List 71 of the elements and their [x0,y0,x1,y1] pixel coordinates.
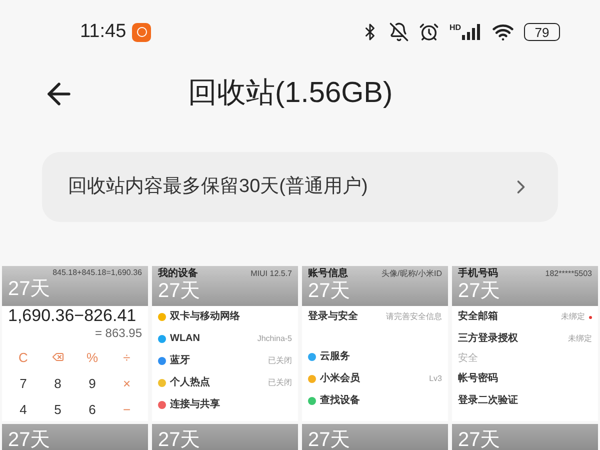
row-label: 连接与共享 [170,400,220,410]
row-label: 双卡与移动网络 [170,312,240,322]
battery-indicator: 79 [524,23,560,41]
settings-row[interactable]: WLAN Jhchina-5 [158,328,292,350]
days-left-label: 27天 [458,281,502,301]
row-label: 账号信息 [308,269,348,279]
days-left-label: 27天 [158,281,202,301]
calculator-key[interactable]: 5 [54,402,62,416]
row-value: Lv3 [429,375,442,383]
settings-row[interactable]: 三方登录授权 未绑定 [458,328,592,350]
page-title: 回收站(1.56GB) [188,76,393,112]
row-label: 登录与安全 [308,312,358,322]
row-label: 查找设备 [320,396,360,406]
screenshot-thumbnail[interactable]: 账号信息 头像/昵称/小米ID 27天 登录与安全 请完善安全信息 云服务 小米会员 Lv3 查找设备 [302,266,448,421]
screenshot-thumbnail[interactable]: 845.18+845.18=1,690.36 27天 1,690.36−826.41 = 863.95 C % ÷ 7 8 9 × 4 5 6 − [2,266,148,421]
days-left-label: 27天 [158,430,200,450]
expression-text: 1,690.36−826.41 [7,306,138,326]
settings-row[interactable]: 云服务 [308,346,442,368]
row-value: 头像/昵称/小米ID [382,270,442,278]
retention-notice[interactable]: 回收站内容最多保留30天(普通用户) [42,152,558,222]
days-left-label: 27天 [458,430,500,450]
row-label: 我的设备 [158,269,198,279]
row-label: 登录二次验证 [458,396,518,406]
row-label: 云服务 [320,352,350,362]
settings-row[interactable]: 连接与共享 [158,394,292,416]
calculator-key[interactable]: 8 [54,376,62,390]
row-value: 请完善安全信息 [386,313,442,321]
settings-row[interactable]: 双卡与移动网络 [158,306,292,328]
row-value: MIUI 12.5.7 [250,270,292,278]
settings-row[interactable]: 安全邮箱 未绑定 [458,306,592,328]
calculator-key[interactable]: 6 [88,402,96,416]
settings-row[interactable]: 小米会员 Lv3 [308,368,442,390]
row-label: 蓝牙 [170,356,190,366]
row-label: 手机号码 [458,269,498,279]
row-value: 已关闭 [268,379,292,387]
row-label: 个人热点 [170,378,210,388]
signal-icon [462,24,482,40]
history-text: 845.18+845.18=1,690.36 [52,269,142,277]
network-label: HD [449,24,461,32]
days-left-label: 27天 [8,430,50,450]
settings-row[interactable]: 查找设备 [308,390,442,412]
row-value: 已关闭 [268,357,292,365]
row-value: Jhchina-5 [257,335,292,343]
settings-row[interactable]: 登录二次验证 [458,390,592,412]
row-label: 安全邮箱 [458,312,498,322]
calculator-key[interactable]: 4 [20,402,27,416]
row-value: 未绑定 [568,335,592,343]
row-label: 帐号密码 [458,374,498,384]
alarm-icon [419,22,440,42]
calculator-key[interactable]: 7 [20,376,27,390]
days-left-label: 27天 [8,279,52,299]
settings-row[interactable]: 登录与安全 请完善安全信息 [308,306,442,328]
settings-row[interactable]: 个人热点 已关闭 [158,372,292,394]
settings-row[interactable]: 帐号密码 [458,368,592,390]
result-text: = 863.95 [94,326,143,340]
app-notification-icon [132,22,152,42]
row-label: WLAN [170,334,200,344]
backspace-icon[interactable] [52,351,64,363]
mute-icon [389,22,410,42]
row-value: 未绑定 [561,313,585,321]
row-label: 三方登录授权 [458,334,518,344]
row-label: 小米会员 [320,374,360,384]
row-value: 182*****5503 [545,270,592,278]
status-time: 11:45 [80,20,126,44]
calculator-key[interactable]: 9 [88,376,96,390]
section-label: 安全 [458,352,479,366]
screenshot-thumbnail[interactable]: 手机号码 182*****5503 27天 安全邮箱 未绑定 三方登录授权 未绑定 安全 帐号密码 登录二次验证 [452,266,598,421]
screenshot-thumbnail[interactable]: 我的设备 MIUI 12.5.7 27天 双卡与移动网络 WLAN Jhchina-5 蓝牙 已关闭 个人热点 已关闭 连接与共享 [152,266,298,421]
days-left-label: 27天 [308,281,352,301]
settings-row[interactable]: 蓝牙 已关闭 [158,350,292,372]
days-left-label: 27天 [308,430,350,450]
